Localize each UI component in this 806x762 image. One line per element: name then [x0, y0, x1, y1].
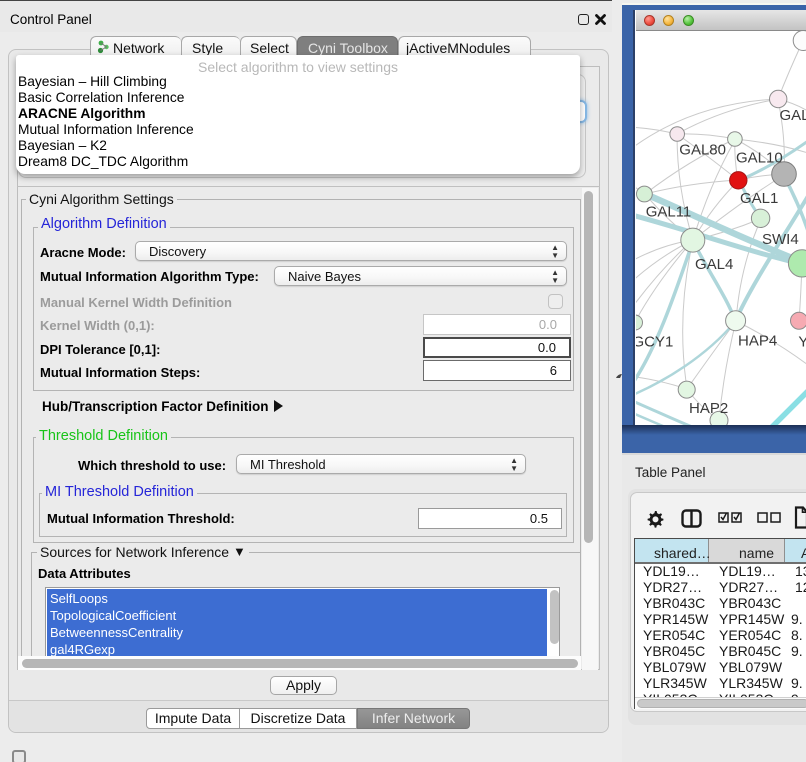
svg-text:HAP4: HAP4 — [738, 333, 777, 350]
svg-text:GAL10: GAL10 — [736, 150, 783, 167]
svg-text:Y: Y — [798, 333, 806, 350]
svg-text:GAL: GAL — [780, 107, 806, 124]
svg-text:GAL11: GAL11 — [646, 203, 692, 220]
svg-text:GAL80: GAL80 — [679, 142, 726, 159]
svg-text:HAP2: HAP2 — [689, 400, 728, 417]
svg-text:GAL4: GAL4 — [695, 256, 733, 273]
svg-text:SWI4: SWI4 — [762, 231, 799, 248]
svg-text:GAL1: GAL1 — [740, 190, 778, 207]
svg-text:GCY1: GCY1 — [636, 333, 673, 350]
